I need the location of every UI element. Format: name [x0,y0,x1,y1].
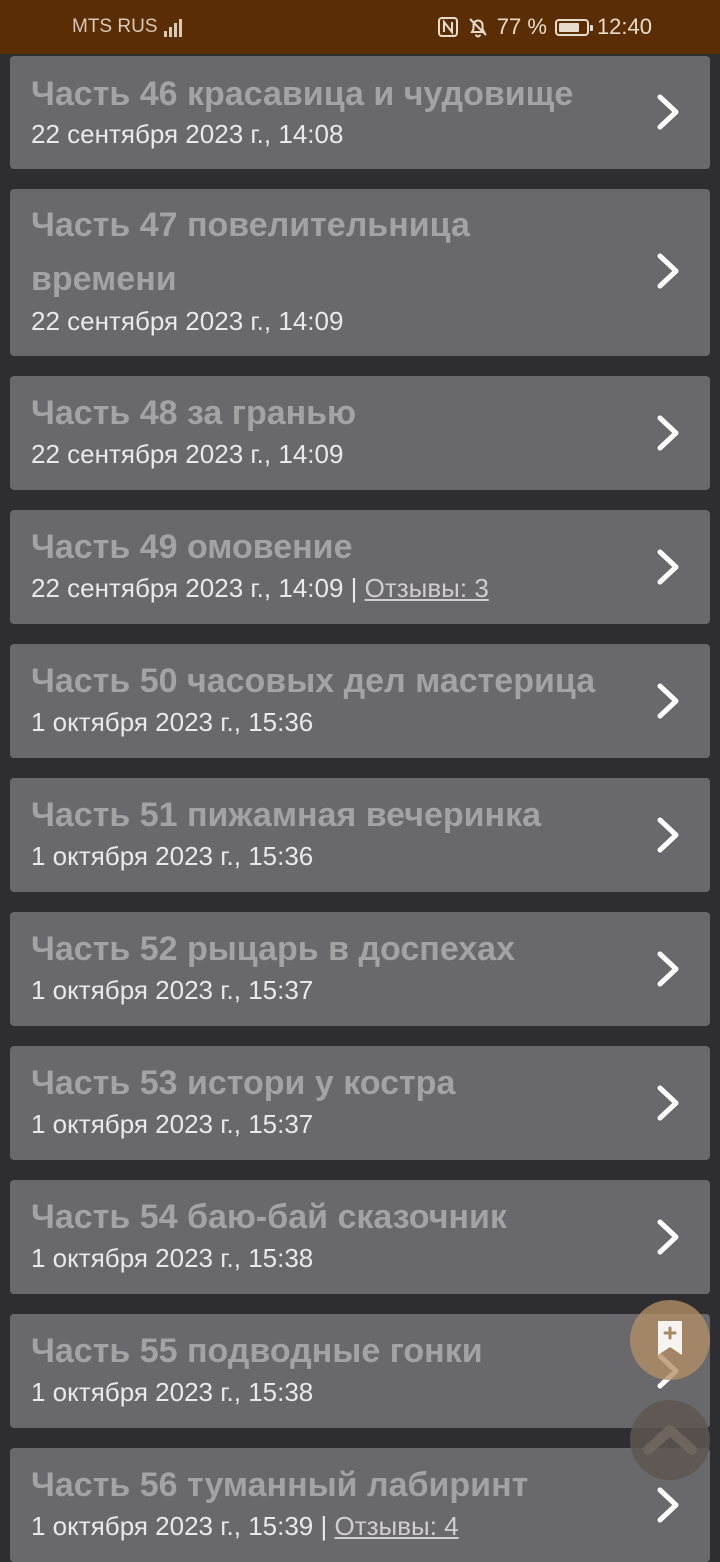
bookmark-add-icon [655,1318,685,1363]
chapter-card[interactable]: Часть 52 рыцарь в доспехах 1 октября 202… [10,912,710,1026]
reviews-link[interactable]: Отзывы: 4 [334,1511,458,1541]
chapter-card[interactable]: Часть 54 баю-бай сказочник 1 октября 202… [10,1180,710,1294]
chapter-date: 22 сентября 2023 г., 14:08 [31,119,344,149]
chevron-up-icon [640,1418,700,1463]
meta-separator: | [313,1511,335,1541]
chapter-date: 1 октября 2023 г., 15:37 [31,1109,314,1139]
chapter-meta: 1 октября 2023 г., 15:39 | Отзывы: 4 [31,1511,459,1542]
chevron-right-icon [654,683,684,719]
chapter-date: 22 сентября 2023 г., 14:09 [31,573,344,603]
chapter-title: Часть 49 омовение [31,528,353,566]
status-right: 77 % 12:40 [437,0,652,54]
chevron-right-icon [654,94,684,130]
chevron-right-icon [654,253,684,289]
chapter-date: 1 октября 2023 г., 15:37 [31,975,314,1005]
chapter-title: Часть 50 часовых дел мастерица [31,662,596,700]
chapter-meta: 22 сентября 2023 г., 14:09 | Отзывы: 3 [31,573,489,604]
chapter-date: 22 сентября 2023 г., 14:09 [31,306,344,336]
chapter-meta: 1 октября 2023 г., 15:38 [31,1243,313,1274]
chevron-right-icon [654,415,684,451]
chevron-right-icon [654,951,684,987]
chapter-meta: 1 октября 2023 г., 15:36 [31,707,313,738]
chevron-right-icon [654,549,684,585]
chapter-title: Часть 54 баю-бай сказочник [31,1198,507,1236]
chevron-right-icon [654,1085,684,1121]
chapter-card[interactable]: Часть 55 подводные гонки 1 октября 2023 … [10,1314,710,1428]
chapter-title: Часть 52 рыцарь в доспехах [31,930,516,968]
chapter-card[interactable]: Часть 48 за гранью 22 сентября 2023 г., … [10,376,710,490]
chapter-meta: 22 сентября 2023 г., 14:09 [31,439,343,470]
chapter-date: 1 октября 2023 г., 15:39 [31,1511,314,1541]
chapter-title: Часть 55 подводные гонки [31,1332,483,1370]
add-bookmark-button[interactable] [630,1300,710,1380]
chapter-card[interactable]: Часть 46 красавица и чудовище 22 сентябр… [10,56,710,169]
chapter-meta: 22 сентября 2023 г., 14:09 [31,306,343,337]
chevron-right-icon [654,1219,684,1255]
status-bar: MTS RUS 77 % 12:40 [0,0,720,54]
status-left: MTS RUS [72,0,188,54]
chapter-card[interactable]: Часть 53 истори у костра 1 октября 2023 … [10,1046,710,1160]
chapter-meta: 1 октября 2023 г., 15:37 [31,975,313,1006]
chapter-meta: 22 сентября 2023 г., 14:08 [31,119,343,150]
chapter-title: Часть 53 истори у костра [31,1064,456,1102]
chapter-date: 1 октября 2023 г., 15:36 [31,841,314,871]
scroll-to-top-button[interactable] [630,1400,710,1480]
chapter-card[interactable]: Часть 56 туманный лабиринт 1 октября 202… [10,1448,710,1562]
battery-percent: 77 % [496,14,547,39]
chapter-meta: 1 октября 2023 г., 15:38 [31,1377,313,1408]
reviews-link[interactable]: Отзывы: 3 [365,573,489,603]
clock: 12:40 [596,14,652,39]
battery-level [558,22,579,32]
chapter-title: Часть 56 туманный лабиринт [31,1466,529,1504]
chevron-right-icon [654,1487,684,1523]
chapter-date: 1 октября 2023 г., 15:36 [31,707,314,737]
chapter-date: 22 сентября 2023 г., 14:09 [31,439,344,469]
battery-icon [554,18,593,36]
meta-separator: | [343,573,365,603]
chapter-meta: 1 октября 2023 г., 15:36 [31,841,313,872]
chapter-title: Часть 46 красавица и чудовище [31,75,574,113]
chapter-title: Часть 47 повелительница времени [31,206,470,298]
nfc-icon [437,16,459,38]
chapter-title: Часть 51 пижамная вечеринка [31,796,542,834]
chapter-card[interactable]: Часть 51 пижамная вечеринка 1 октября 20… [10,778,710,892]
chapter-title: Часть 48 за гранью [31,394,357,432]
chapter-card[interactable]: Часть 50 часовых дел мастерица 1 октября… [10,644,710,758]
chevron-right-icon [654,817,684,853]
chapter-card[interactable]: Часть 47 повелительница времени 22 сентя… [10,189,710,356]
chapter-date: 1 октября 2023 г., 15:38 [31,1243,314,1273]
bell-muted-icon [467,16,489,38]
chapter-meta: 1 октября 2023 г., 15:37 [31,1109,313,1140]
signal-icon [163,17,188,37]
chapter-date: 1 октября 2023 г., 15:38 [31,1377,314,1407]
chapter-card[interactable]: Часть 49 омовение 22 сентября 2023 г., 1… [10,510,710,624]
carrier-name: MTS RUS [72,16,158,37]
